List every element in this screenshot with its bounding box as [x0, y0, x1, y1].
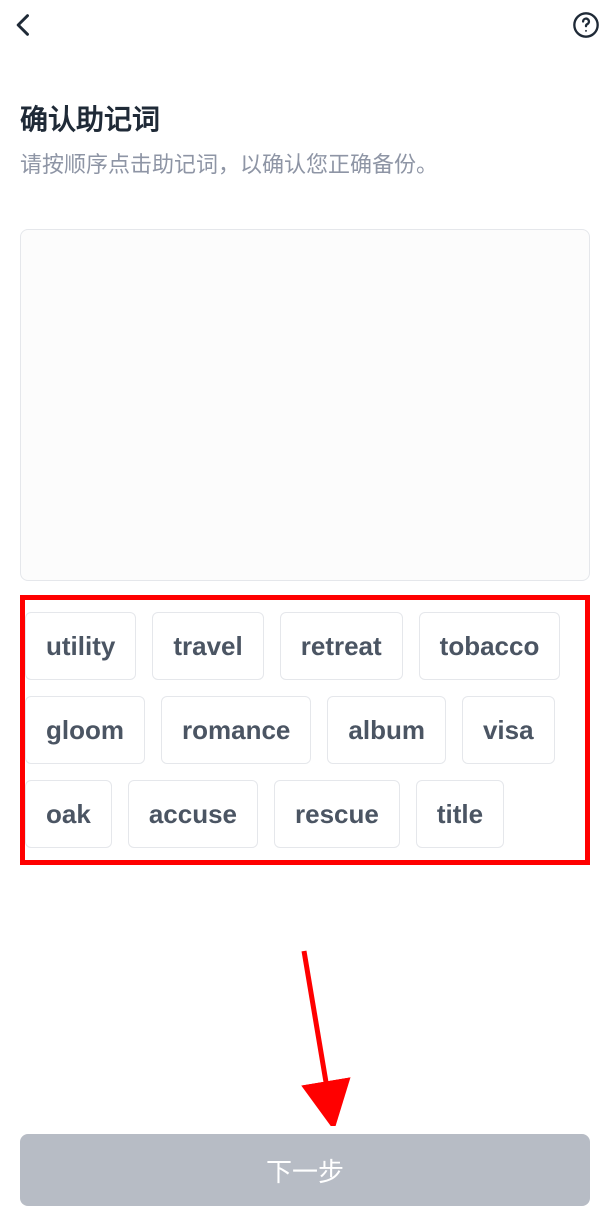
back-button[interactable] — [10, 11, 38, 39]
page-title: 确认助记词 — [20, 98, 590, 138]
word-chip[interactable]: utility — [25, 612, 136, 680]
word-chip[interactable]: travel — [152, 612, 263, 680]
selected-words-area[interactable] — [20, 229, 590, 581]
help-button[interactable] — [572, 11, 600, 39]
word-chip[interactable]: retreat — [280, 612, 403, 680]
word-chip[interactable]: oak — [25, 780, 112, 848]
arrow-annotation-icon — [294, 946, 354, 1126]
header-bar — [0, 0, 610, 50]
word-chip[interactable]: accuse — [128, 780, 258, 848]
word-chip[interactable]: album — [327, 696, 446, 764]
word-chip[interactable]: title — [416, 780, 504, 848]
word-chip[interactable]: romance — [161, 696, 311, 764]
word-chip[interactable]: visa — [462, 696, 555, 764]
word-chip[interactable]: gloom — [25, 696, 145, 764]
word-grid-highlight: utility travel retreat tobacco gloom rom… — [20, 595, 590, 865]
next-button[interactable]: 下一步 — [20, 1134, 590, 1206]
word-chip[interactable]: rescue — [274, 780, 400, 848]
page-subtitle: 请按顺序点击助记词，以确认您正确备份。 — [20, 150, 590, 181]
word-grid: utility travel retreat tobacco gloom rom… — [25, 612, 585, 848]
word-chip[interactable]: tobacco — [419, 612, 561, 680]
